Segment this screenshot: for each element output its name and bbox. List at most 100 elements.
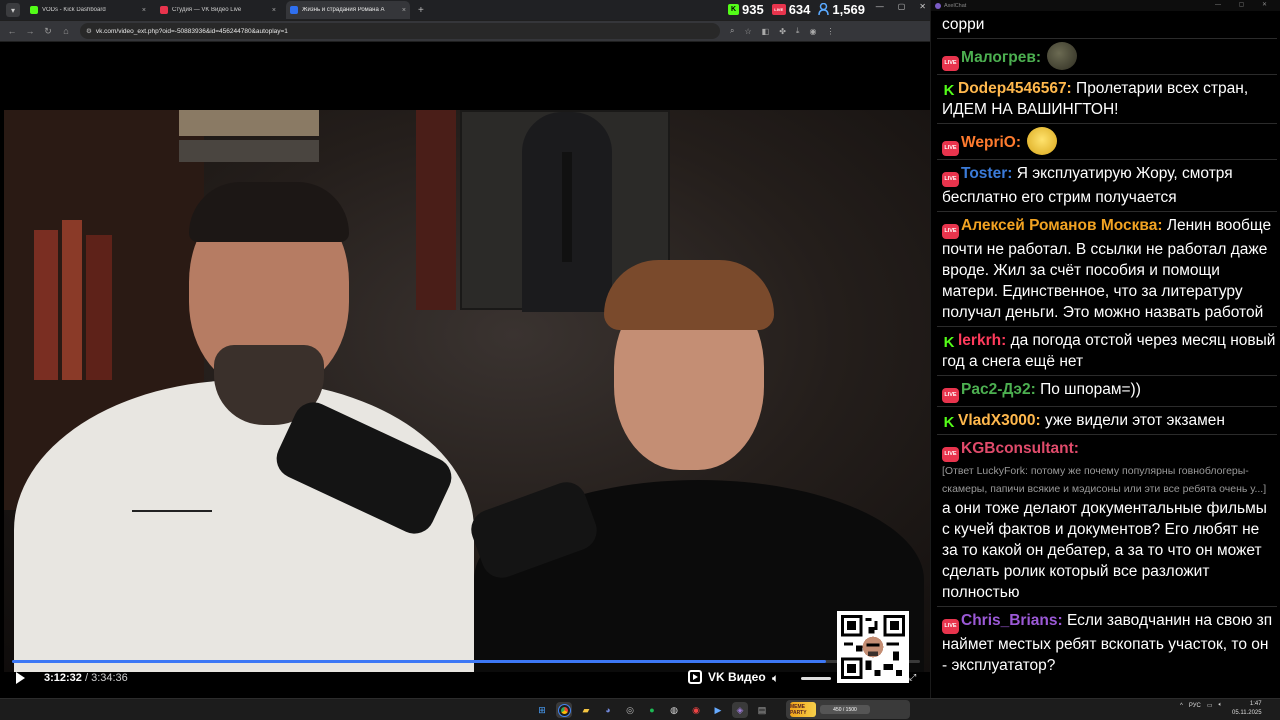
clock-time: 1:47 — [1249, 701, 1262, 707]
time-separator: / — [81, 672, 92, 684]
volume-icon[interactable]: 🔈︎ — [772, 671, 779, 686]
axelchat-logo-icon — [935, 2, 941, 9]
book — [34, 230, 58, 380]
reload-icon[interactable]: ↻ — [42, 26, 54, 37]
vk-live-badge-icon: LIVE — [942, 388, 959, 403]
bookmark-star-icon[interactable]: ☆ — [744, 27, 751, 36]
vk-live-favicon-icon — [160, 6, 168, 14]
chat-nickname[interactable]: Chris_Brians: — [961, 612, 1063, 629]
chat-nickname[interactable]: Малогрев: — [961, 49, 1041, 66]
kick-badge-icon: K — [943, 82, 955, 99]
tab-title: Студия — VK Видео Live — [172, 7, 242, 13]
volume-slider[interactable] — [801, 677, 831, 680]
tab-vk-studio[interactable]: Студия — VK Видео Live × — [156, 1, 280, 19]
chat-message-text: сорри — [942, 16, 985, 33]
kick-viewers: K 935 — [728, 2, 764, 17]
zoom-icon[interactable]: ⌕ — [730, 26, 734, 36]
app-icon[interactable]: ◉ — [688, 702, 704, 718]
vk-live-badge-icon: LIVE — [942, 619, 959, 634]
tab-close-icon[interactable]: × — [272, 7, 276, 14]
seek-bar[interactable] — [12, 660, 920, 663]
taskbar-clock[interactable]: 1:47 05.11.2025 — [1232, 700, 1262, 718]
kick-badge-icon: K — [943, 334, 955, 351]
obs-icon[interactable]: ◍ — [666, 702, 682, 718]
poster-tie — [562, 152, 572, 262]
spotify-icon[interactable]: ● — [644, 702, 660, 718]
tab-close-icon[interactable]: × — [402, 7, 406, 14]
seek-bar-fill — [12, 660, 827, 663]
discord-icon[interactable]: ◕ — [600, 702, 616, 718]
kick-logo-icon: K — [728, 3, 739, 15]
chat-message: LIVE Pac2-Дэ2: По шпорам=)) — [937, 375, 1277, 406]
vk-live-badge-icon: LIVE — [942, 447, 959, 462]
new-tab-button[interactable]: + — [418, 5, 424, 16]
total-viewers: 1,569 — [818, 2, 865, 17]
forward-icon[interactable]: → — [24, 26, 36, 36]
vk-live-badge-icon: LIVE — [942, 224, 959, 239]
chat-nickname[interactable]: KGBconsultant: — [961, 440, 1079, 457]
chat-nickname[interactable]: lerkrh: — [958, 332, 1006, 349]
profile-icon[interactable]: ◉ — [809, 27, 816, 36]
vk-viewers-count: 634 — [788, 1, 811, 17]
chat-nickname[interactable]: Dodep4546567: — [958, 80, 1072, 97]
chat-nickname[interactable]: VladX3000: — [958, 412, 1041, 429]
tab-search-icon[interactable]: ▾ — [6, 3, 20, 17]
chat-message: LIVE WepriO: — [937, 123, 1277, 159]
menu-dots-icon[interactable]: ⋮ — [826, 27, 834, 36]
chat-nickname[interactable]: WepriO: — [961, 134, 1021, 151]
site-info-icon[interactable]: ⚙ — [86, 27, 92, 35]
tray-chevron-icon[interactable]: ^ — [1180, 703, 1183, 709]
brand-label: VK Видео — [708, 670, 766, 684]
language-indicator[interactable]: РУС — [1189, 703, 1201, 709]
download-icon[interactable]: ⤓ — [796, 26, 800, 36]
vk-favicon-icon — [290, 6, 298, 14]
book — [86, 235, 112, 380]
close-icon[interactable]: ✕ — [919, 2, 926, 11]
address-bar[interactable]: ⚙ vk.com/video_ext.php?oid=-50883936&id=… — [80, 23, 720, 39]
tab-kick-dashboard[interactable]: VODs - Kick Dashboard × — [26, 1, 150, 19]
chat-nickname[interactable]: Toster: — [961, 165, 1012, 182]
minimize-icon[interactable]: — — [876, 2, 884, 11]
chat-nickname[interactable]: Pac2-Дэ2: — [961, 381, 1036, 398]
tab-title: VODs - Kick Dashboard — [42, 7, 106, 13]
media-player-icon[interactable]: ▶ — [710, 702, 726, 718]
chat-window-controls[interactable]: — ▢ ✕ — [1215, 1, 1275, 8]
chat-nickname[interactable]: Алексей Романов Москва: — [961, 217, 1163, 234]
steam-icon[interactable]: ◎ — [622, 702, 638, 718]
url-text: vk.com/video_ext.php?oid=-50883936&id=45… — [95, 27, 288, 35]
extension-icon[interactable]: ◧ — [762, 27, 770, 36]
tab-vk-video[interactable]: Жизнь и страдания Романа А × — [286, 1, 410, 19]
chat-message: Klerkrh: да погода отстой через месяц но… — [937, 326, 1277, 375]
clock-date: 05.11.2025 — [1232, 710, 1262, 716]
network-icon[interactable]: ▭ — [1207, 702, 1213, 709]
chat-window: AxelChat — ▢ ✕ сорри LIVE Малогрев: K Dodep… — [930, 0, 1280, 698]
vk-video-brand[interactable]: VK Видео — [688, 670, 766, 684]
fullscreen-icon[interactable]: ⤢ — [909, 672, 916, 683]
guest-right-hair — [604, 260, 774, 330]
home-icon[interactable]: ⌂ — [60, 26, 72, 36]
chat-message: LIVE Toster: Я эксплуатирую Жору, смотря … — [937, 159, 1277, 211]
video-frame[interactable] — [4, 110, 930, 672]
chat-message-text: По шпорам=)) — [1040, 381, 1141, 398]
chat-app-icon[interactable]: ◈ — [732, 702, 748, 718]
folder-icon[interactable]: ▰ — [578, 702, 594, 718]
speaker-icon[interactable]: 🔈︎ — [1219, 702, 1223, 709]
smile-emote — [1027, 127, 1058, 155]
chat-messages: сорри LIVE Малогрев: K Dodep4546567: Пролет… — [937, 11, 1277, 679]
chrome-icon[interactable] — [556, 702, 572, 718]
play-icon[interactable] — [16, 672, 25, 684]
maximize-icon[interactable]: ▢ — [898, 2, 906, 11]
meme-party-widget[interactable]: MEME PARTY 450 / 1500 — [786, 700, 910, 719]
user-icon — [818, 3, 830, 15]
extensions-puzzle-icon[interactable]: ✤ — [779, 27, 786, 36]
player-controls: 3:12:32 / 3:34:36 VK Видео 🔈︎ — [4, 657, 930, 697]
frog-emote — [1047, 42, 1078, 70]
vk-live-badge-icon: LIVE — [942, 56, 959, 71]
back-icon[interactable]: ← — [6, 26, 18, 36]
start-icon[interactable]: ⊞ — [534, 702, 550, 718]
taskbar-apps: ⊞ ▰ ◕ ◎ ● ◍ ◉ ▶ ◈ ▤ — [534, 702, 770, 718]
window-controls: — ▢ ✕ — [876, 2, 926, 11]
terminal-icon[interactable]: ▤ — [754, 702, 770, 718]
tab-close-icon[interactable]: × — [142, 7, 146, 14]
browser-window: ▾ VODs - Kick Dashboard × Студия — VK Ви… — [0, 0, 930, 698]
